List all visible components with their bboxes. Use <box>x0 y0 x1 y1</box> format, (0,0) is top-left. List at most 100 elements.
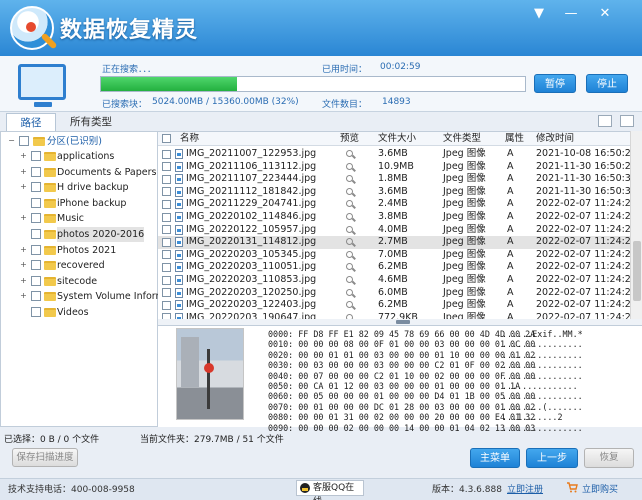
splitter-grip-icon[interactable] <box>396 320 410 324</box>
col-attr-header[interactable]: 属性 <box>505 132 524 146</box>
table-row[interactable]: IMG_20220102_114846.jpg 3.8MB Jpeg 图像 A 2022… <box>158 211 630 224</box>
close-icon[interactable]: ✕ <box>594 4 616 24</box>
table-row[interactable]: IMG_20220203_110853.jpg 4.6MB Jpeg 图像 A 2022… <box>158 274 630 287</box>
buy-now-link[interactable]: 立即购买 <box>582 482 618 495</box>
row-checkbox[interactable] <box>162 149 171 159</box>
collapse-icon[interactable]: − <box>7 137 16 146</box>
tree-item[interactable]: + H drive backup <box>1 180 157 195</box>
tree-item[interactable]: + Photos 2021 <box>1 243 157 258</box>
preview-magnifier-icon[interactable] <box>346 150 353 157</box>
qq-online-button[interactable]: 客服QQ在线 <box>296 480 364 500</box>
tree-item-checkbox[interactable] <box>31 291 41 302</box>
previous-step-button[interactable]: 上一步 <box>526 448 578 468</box>
table-row[interactable]: IMG_20220203_105345.jpg 7.0MB Jpeg 图像 A 2022… <box>158 249 630 262</box>
row-checkbox[interactable] <box>162 288 171 298</box>
table-row[interactable]: IMG_20211106_113112.jpg 10.9MB Jpeg 图像 A 202… <box>158 161 630 174</box>
row-checkbox[interactable] <box>162 174 171 184</box>
row-checkbox[interactable] <box>162 212 171 222</box>
tree-item[interactable]: + recovered <box>1 258 157 273</box>
stop-button[interactable]: 停止 <box>586 74 628 93</box>
row-checkbox[interactable] <box>162 250 171 260</box>
preview-magnifier-icon[interactable] <box>346 187 353 195</box>
tree-item-checkbox[interactable] <box>31 244 41 255</box>
table-row[interactable]: IMG_20220203_122403.jpg 6.2MB Jpeg 图像 A 2022… <box>158 299 630 312</box>
col-name-header[interactable]: 名称 <box>180 132 199 146</box>
main-menu-button[interactable]: 主菜单 <box>470 448 520 468</box>
row-checkbox[interactable] <box>162 262 171 272</box>
expand-icon[interactable]: + <box>19 245 28 255</box>
tree-item[interactable]: + applications <box>1 149 157 164</box>
table-row[interactable]: IMG_20211007_122953.jpg 3.6MB Jpeg 图像 A 2021… <box>158 148 630 161</box>
row-checkbox[interactable] <box>162 199 171 209</box>
table-row[interactable]: IMG_20211229_204741.jpg 2.4MB Jpeg 图像 A 2022… <box>158 198 630 211</box>
tree-item[interactable]: + Music <box>1 211 157 226</box>
tab-path[interactable]: 路径 <box>6 113 56 131</box>
table-row[interactable]: IMG_20220203_190647.jpg 772.9KB Jpeg 图像 A 20… <box>158 312 630 319</box>
expand-icon[interactable]: + <box>19 261 28 270</box>
preview-magnifier-icon[interactable] <box>346 288 353 296</box>
pause-button[interactable]: 暂停 <box>534 74 576 93</box>
tree-item-checkbox[interactable] <box>31 260 41 271</box>
current-folder-status: 当前文件夹：279.7MB / 51 个文件 <box>140 435 284 445</box>
expand-icon[interactable]: + <box>19 152 28 161</box>
tree-item-checkbox[interactable] <box>31 307 41 317</box>
table-row[interactable]: IMG_20220203_110051.jpg 6.2MB Jpeg 图像 A 2022… <box>158 261 630 274</box>
restore-button[interactable]: 恢复 <box>584 448 634 468</box>
preview-magnifier-icon[interactable] <box>346 250 353 258</box>
row-checkbox[interactable] <box>162 225 171 235</box>
tree-item-checkbox[interactable] <box>31 229 41 239</box>
col-preview-header[interactable]: 预览 <box>340 132 359 146</box>
tree-item[interactable]: iPhone backup <box>1 196 157 211</box>
preview-magnifier-icon[interactable] <box>346 175 353 183</box>
select-all-checkbox[interactable] <box>162 133 171 143</box>
tree-item[interactable]: + sitecode <box>1 274 157 289</box>
tree-item-checkbox[interactable] <box>31 275 41 286</box>
preview-magnifier-icon[interactable] <box>346 238 353 246</box>
tree-root-checkbox[interactable] <box>19 136 29 146</box>
tree-item[interactable]: + System Volume Inform <box>1 289 165 304</box>
register-link[interactable]: 立即注册 <box>507 482 543 495</box>
tree-item-checkbox[interactable] <box>31 197 41 208</box>
preview-magnifier-icon[interactable] <box>346 200 353 208</box>
table-row[interactable]: IMG_20220131_114812.jpg 2.7MB Jpeg 图像 A 2022… <box>158 236 630 249</box>
row-checkbox[interactable] <box>162 162 171 172</box>
menu-icon[interactable]: ▼ <box>528 4 550 24</box>
tree-item-checkbox[interactable] <box>31 166 41 177</box>
expand-icon[interactable]: + <box>19 214 28 223</box>
table-scrollbar[interactable] <box>630 131 642 319</box>
save-scan-progress-button[interactable]: 保存扫描进度 <box>12 448 78 467</box>
preview-magnifier-icon[interactable] <box>346 162 353 170</box>
tree-item-checkbox[interactable] <box>31 182 41 193</box>
col-modified-header[interactable]: 修改时间 <box>536 132 574 146</box>
scrollbar-thumb[interactable] <box>633 241 641 301</box>
grid-view-icon[interactable] <box>598 115 612 127</box>
minimize-icon[interactable]: — <box>560 4 582 24</box>
table-row[interactable]: IMG_20220203_120250.jpg 6.0MB Jpeg 图像 A 2022… <box>158 287 630 300</box>
preview-magnifier-icon[interactable] <box>346 276 353 283</box>
tree-item[interactable]: photos 2020-2016 <box>1 227 157 242</box>
tab-all-types[interactable]: 所有类型 <box>60 113 122 131</box>
table-row[interactable]: IMG_20211112_181842.jpg 3.6MB Jpeg 图像 A 2021… <box>158 186 630 199</box>
preview-magnifier-icon[interactable] <box>346 301 353 309</box>
tree-item-checkbox[interactable] <box>31 213 41 224</box>
col-size-header[interactable]: 文件大小 <box>378 132 416 146</box>
preview-magnifier-icon[interactable] <box>346 225 353 233</box>
row-checkbox[interactable] <box>162 237 171 247</box>
list-view-icon[interactable] <box>620 115 634 127</box>
expand-icon[interactable]: + <box>19 167 28 177</box>
table-row[interactable]: IMG_20211107_223444.jpg 1.8MB Jpeg 图像 A 2021… <box>158 173 630 186</box>
table-row[interactable]: IMG_20220122_105957.jpg 4.0MB Jpeg 图像 A 2022… <box>158 224 630 237</box>
tree-root[interactable]: − 分区(已识别) <box>1 134 157 149</box>
row-checkbox[interactable] <box>162 300 171 310</box>
preview-magnifier-icon[interactable] <box>346 263 353 271</box>
row-checkbox[interactable] <box>162 187 171 197</box>
expand-icon[interactable]: + <box>19 276 28 286</box>
col-type-header[interactable]: 文件类型 <box>443 132 481 146</box>
expand-icon[interactable]: + <box>19 292 28 301</box>
preview-magnifier-icon[interactable] <box>346 213 353 220</box>
expand-icon[interactable]: + <box>19 183 28 192</box>
row-checkbox[interactable] <box>162 275 171 285</box>
tree-item[interactable]: + Documents & Papers <box>1 165 157 180</box>
tree-item[interactable]: Videos <box>1 305 157 320</box>
tree-item-checkbox[interactable] <box>31 151 41 161</box>
